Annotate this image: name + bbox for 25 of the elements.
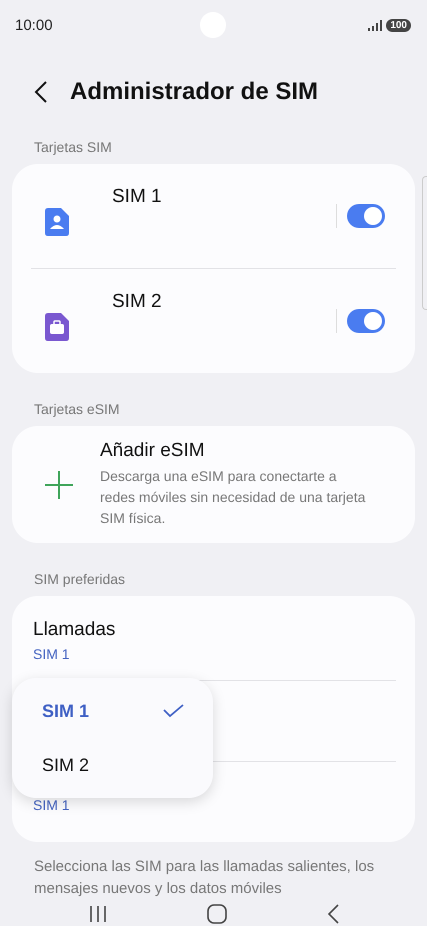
status-time: 10:00: [15, 16, 53, 34]
preference-title: Llamadas: [33, 618, 116, 640]
page-title: Administrador de SIM: [70, 78, 318, 106]
sim-toggle[interactable]: [347, 309, 385, 333]
section-label: Tarjetas SIM: [33, 139, 113, 155]
sim-toggle[interactable]: [347, 204, 385, 228]
preference-value: SIM 1: [33, 796, 71, 812]
footer-note: Selecciona las SIM para las llamadas salientes, los mensajes nuevos y los datos móviles: [33, 857, 376, 899]
preference-value: SIM 1: [33, 646, 71, 662]
menu-option[interactable]: SIM 2: [12, 738, 213, 792]
sim-name: SIM 1: [112, 186, 162, 208]
esim-description: Descarga una eSIM para conectarte a redes móviles sin necesidad de una tarjeta SIM física.: [100, 467, 366, 528]
add-esim-card[interactable]: Añadir eSIM Descarga una eSIM para conectarte a redes móviles sin necesidad de una tarjeta SIM física.: [12, 426, 415, 543]
back-icon[interactable]: [326, 904, 338, 924]
battery-level: 100: [386, 18, 411, 32]
recent-apps-icon[interactable]: [88, 905, 106, 923]
sim-name: SIM 2: [112, 291, 162, 313]
section-label: Tarjetas eSIM: [33, 401, 121, 417]
signal-icon: [368, 20, 382, 30]
esim-title: Añadir eSIM: [100, 440, 206, 462]
back-icon[interactable]: [34, 80, 48, 104]
home-icon[interactable]: [206, 904, 226, 924]
section-label: SIM preferidas: [33, 571, 126, 587]
plus-icon: [44, 470, 74, 500]
menu-option[interactable]: SIM 1: [12, 684, 213, 738]
